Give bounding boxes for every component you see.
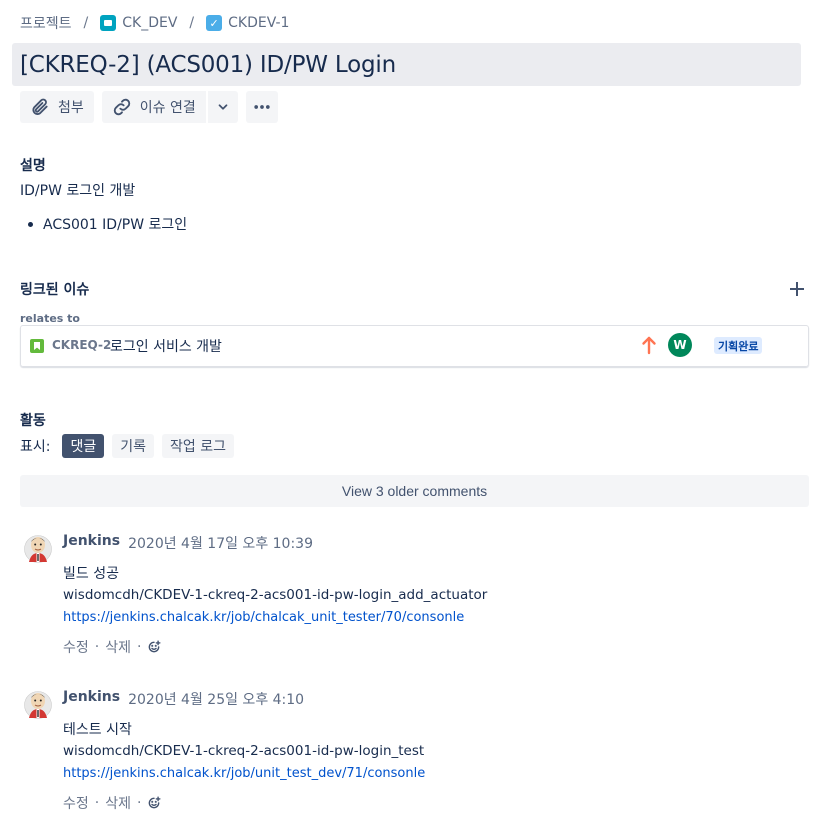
- breadcrumb-separator: /: [189, 15, 195, 31]
- status-badge: 기획완료: [714, 337, 763, 354]
- comment-item: Jenkins 2020년 4월 25일 오후 4:10 테스트 시작 wisd…: [20, 689, 809, 814]
- filter-comments-button[interactable]: 댓글: [62, 434, 105, 458]
- comment-timestamp[interactable]: 2020년 4월 17일 오후 10:39: [128, 533, 313, 553]
- breadcrumb: 프로젝트 / CK_DEV / ✓ CKDEV-1: [20, 12, 289, 34]
- breadcrumb-parent-issue-label[interactable]: CKDEV-1: [228, 15, 289, 31]
- comment-text-line: 테스트 시작: [63, 722, 132, 738]
- link-issue-button-label: 이슈 연결: [139, 100, 196, 116]
- breadcrumb-projects-label[interactable]: 프로젝트: [20, 13, 72, 33]
- comment-actions-separator: ·: [136, 795, 142, 811]
- comment-actions-separator: ·: [136, 639, 142, 655]
- comment-actions: 수정 · 삭제 ·: [63, 637, 161, 657]
- story-icon: [30, 339, 44, 353]
- comment-edit-button[interactable]: 수정: [63, 793, 89, 813]
- breadcrumb-projects[interactable]: 프로젝트: [20, 13, 72, 33]
- comment-edit-button[interactable]: 수정: [63, 637, 89, 657]
- more-actions-button[interactable]: [245, 91, 278, 123]
- issue-title-field[interactable]: [CKREQ-2] (ACS001) ID/PW Login: [12, 43, 801, 86]
- comment-text-line: wisdomcdh/CKDEV-1-ckreq-2-acs001-id-pw-l…: [63, 587, 488, 603]
- description-bullet: ACS001 ID/PW 로그인: [28, 214, 187, 234]
- comment-header: Jenkins 2020년 4월 17일 오후 10:39: [63, 533, 313, 553]
- bullet-dot: [28, 221, 33, 227]
- description-bullet-text: ACS001 ID/PW 로그인: [43, 217, 188, 233]
- comment-text-line: 빌드 성공: [63, 566, 119, 582]
- issue-toolbar: 첨부 이슈 연결: [20, 91, 278, 123]
- comment-header: Jenkins 2020년 4월 25일 오후 4:10: [63, 689, 304, 709]
- description-text[interactable]: ID/PW 로그인 개발: [20, 180, 135, 200]
- comment-item: Jenkins 2020년 4월 17일 오후 10:39 빌드 성공 wisd…: [20, 533, 809, 658]
- link-issue-dropdown-button[interactable]: [208, 91, 238, 123]
- link-issue-split-button: 이슈 연결: [101, 91, 238, 123]
- task-checkbox-icon: ✓: [206, 15, 223, 31]
- comment-author[interactable]: Jenkins: [63, 689, 120, 709]
- breadcrumb-parent-issue[interactable]: ✓ CKDEV-1: [206, 15, 289, 31]
- link-issue-button[interactable]: 이슈 연결: [102, 91, 206, 123]
- filter-history-button[interactable]: 기록: [112, 434, 155, 458]
- breadcrumb-separator: /: [83, 15, 89, 31]
- add-reaction-icon[interactable]: [147, 640, 161, 654]
- paperclip-icon: [32, 98, 48, 115]
- comment-actions-separator: ·: [94, 639, 100, 655]
- attach-button[interactable]: 첨부: [20, 91, 94, 123]
- assignee-avatar[interactable]: W: [668, 333, 692, 357]
- more-horizontal-icon: [254, 105, 270, 109]
- activity-filter-row: 표시: 댓글 기록 작업 로그: [20, 434, 234, 458]
- jenkins-avatar-icon[interactable]: [24, 689, 52, 721]
- breadcrumb-project-label[interactable]: CK_DEV: [122, 15, 177, 31]
- comment-delete-button[interactable]: 삭제: [105, 793, 131, 813]
- link-icon: [113, 98, 130, 116]
- comment-actions: 수정 · 삭제 ·: [63, 793, 161, 813]
- comment-link[interactable]: https://jenkins.chalcak.kr/job/chalcak_u…: [63, 610, 464, 625]
- linked-issue-card[interactable]: CKREQ-2 로그인 서비스 개발 W 기획완료: [20, 325, 809, 367]
- linked-issues-heading: 링크된 이슈: [20, 282, 90, 298]
- jenkins-avatar-icon[interactable]: [24, 533, 52, 565]
- view-older-comments-button[interactable]: View 3 older comments: [20, 475, 809, 507]
- add-linked-issue-icon[interactable]: [789, 281, 805, 297]
- attach-button-label: 첨부: [58, 100, 84, 116]
- comment-actions-separator: ·: [94, 795, 100, 811]
- add-reaction-icon[interactable]: [147, 796, 161, 810]
- show-label: 표시:: [20, 439, 51, 455]
- linked-issue-summary[interactable]: 로그인 서비스 개발: [110, 336, 222, 356]
- comment-timestamp[interactable]: 2020년 4월 25일 오후 4:10: [128, 689, 304, 709]
- comment-link[interactable]: https://jenkins.chalcak.kr/job/unit_test…: [63, 766, 425, 781]
- comment-text-line: wisdomcdh/CKDEV-1-ckreq-2-acs001-id-pw-l…: [63, 743, 425, 759]
- link-relation-label: relates to: [20, 312, 80, 325]
- filter-worklog-button[interactable]: 작업 로그: [162, 434, 234, 458]
- linked-issue-key[interactable]: CKREQ-2: [52, 338, 111, 352]
- breadcrumb-project[interactable]: CK_DEV: [100, 15, 177, 31]
- comment-delete-button[interactable]: 삭제: [105, 637, 131, 657]
- description-heading: 설명: [20, 158, 46, 174]
- issue-title[interactable]: [CKREQ-2] (ACS001) ID/PW Login: [20, 52, 396, 78]
- comment-author[interactable]: Jenkins: [63, 533, 120, 553]
- priority-high-icon: [642, 336, 656, 355]
- activity-heading: 활동: [20, 413, 46, 429]
- chevron-down-icon: [218, 104, 228, 110]
- project-avatar-icon: [100, 15, 117, 31]
